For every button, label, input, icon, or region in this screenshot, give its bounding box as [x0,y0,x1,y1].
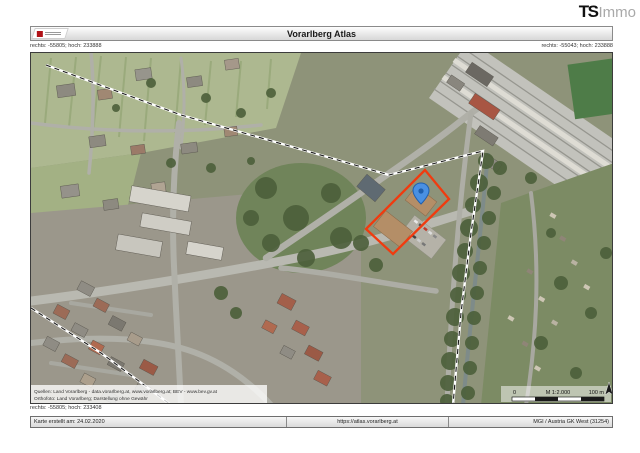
coordinate-top-right: rechts: -55043; hoch: 233888 [541,43,613,49]
scalebar-scale-label: M 1:2.000 [546,390,570,396]
footer-crs-label: MGI / Austria GK West (31254) [533,419,609,425]
attribution-line-1: Quellen: Land Vorarlberg - data.vorarlbe… [34,389,218,395]
map-canvas[interactable]: Quellen: Land Vorarlberg - data.vorarlbe… [30,52,613,404]
coordinate-top-left: rechts: -55805; hoch: 233888 [30,43,102,49]
attribution-overlay: Quellen: Land Vorarlberg - data.vorarlbe… [31,385,267,403]
ts-immo-logo-bold: TS [578,2,599,21]
footer-created-date: Karte erstellt am: 24.02.2020 [31,417,287,427]
atlas-print-page: TS Immo Vorarlberg Atlas rechts: -55805;… [0,0,640,453]
scalebar: 0 M 1:2.000 100 m [501,386,611,402]
footer-bar: Karte erstellt am: 24.02.2020 https://at… [30,416,613,428]
scalebar-distance-label: 100 m [589,390,605,396]
footer-atlas-url: https://atlas.vorarlberg.at [287,417,450,427]
ts-immo-logo: TS Immo [579,2,636,22]
coordinates-top-row: rechts: -55805; hoch: 233888 rechts: -55… [30,43,613,50]
vorarlberg-logo-text [45,31,61,36]
vorarlberg-logo-icon [31,28,69,39]
header-bar: Vorarlberg Atlas [30,26,613,41]
scalebar-zero-label: 0 [513,390,516,396]
attribution-line-2: Orthofoto: Land Vorarlberg; Darstellung … [34,396,148,402]
coordinate-bottom-left: rechts: -55805; hoch: 233408 [30,405,102,411]
vorarlberg-logo-mark [37,30,43,37]
aerial-map: Quellen: Land Vorarlberg - data.vorarlbe… [31,53,612,403]
ts-immo-logo-light: Immo [598,4,637,21]
coordinates-bottom-row: rechts: -55805; hoch: 233408 [30,405,613,412]
page-title: Vorarlberg Atlas [286,28,357,39]
